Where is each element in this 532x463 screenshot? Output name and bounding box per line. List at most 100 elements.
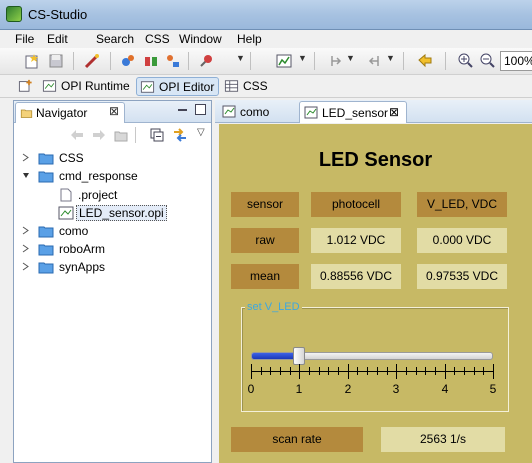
run-icon[interactable] bbox=[120, 53, 136, 69]
dropdown-arrow-icon[interactable]: ▼ bbox=[236, 53, 245, 63]
zoom-out-icon[interactable] bbox=[480, 53, 496, 69]
opi-runtime-icon bbox=[42, 80, 57, 92]
wand-icon[interactable] bbox=[84, 53, 100, 69]
main-toolbar: ▼ ▼ ▼ ▼ 100% bbox=[0, 48, 532, 75]
prev-annotation-icon[interactable] bbox=[366, 53, 382, 69]
dropdown-arrow-icon[interactable]: ▼ bbox=[346, 53, 355, 63]
tree-item-project-file[interactable]: .project bbox=[58, 187, 198, 205]
link-with-editor-icon[interactable] bbox=[172, 128, 188, 142]
menu-edit[interactable]: Edit bbox=[47, 32, 68, 46]
editor-tab-led-sensor[interactable]: LED_sensor ⊠ bbox=[299, 101, 407, 123]
scale-minor-tick bbox=[309, 367, 310, 375]
toolbar-separator bbox=[188, 52, 189, 70]
tree-expand-icon[interactable] bbox=[22, 262, 30, 271]
dropdown-arrow-icon[interactable]: ▼ bbox=[386, 53, 395, 63]
menu-search[interactable]: Search bbox=[96, 32, 134, 46]
save-icon[interactable] bbox=[48, 53, 64, 69]
scale-minor-tick bbox=[483, 367, 484, 375]
vled-slider-fill bbox=[252, 353, 300, 359]
debug-icon[interactable] bbox=[143, 53, 159, 69]
maximize-icon[interactable] bbox=[195, 104, 206, 115]
menu-help[interactable]: Help bbox=[237, 32, 262, 46]
slider-scale-line bbox=[251, 371, 493, 372]
tree-item-label: LED_sensor.opi bbox=[76, 205, 167, 221]
opi-editor-icon bbox=[140, 81, 155, 93]
css-grid-icon bbox=[224, 80, 239, 92]
tree-expand-icon[interactable] bbox=[22, 153, 30, 162]
editor-tab-label: LED_sensor bbox=[322, 106, 389, 120]
scale-major-tick bbox=[396, 364, 397, 379]
menu-file[interactable]: File bbox=[15, 32, 34, 46]
editor-tab-bar: como LED_sensor ⊠ bbox=[215, 100, 532, 123]
folder-icon bbox=[38, 244, 54, 256]
toolbar-separator bbox=[135, 127, 136, 143]
folder-icon bbox=[38, 226, 54, 238]
opi-display-canvas: LED Sensor sensor photocell V_LED, VDC r… bbox=[219, 124, 532, 463]
scale-minor-tick bbox=[270, 367, 271, 375]
navigator-view: Navigator ⊠ ▽ CSS cmd_response .project … bbox=[13, 100, 212, 463]
tools-icon[interactable] bbox=[165, 53, 181, 69]
raw-photocell-value: 1.012 VDC bbox=[311, 228, 401, 253]
collapse-all-icon[interactable] bbox=[150, 128, 164, 142]
scale-minor-tick bbox=[328, 367, 329, 375]
up-folder-icon[interactable] bbox=[114, 128, 128, 142]
back-icon[interactable] bbox=[417, 53, 433, 69]
tree-item-roboarm[interactable]: roboArm bbox=[22, 241, 202, 259]
back-arrow-icon[interactable] bbox=[70, 129, 84, 141]
minimize-icon[interactable] bbox=[177, 104, 188, 115]
menu-bar: File Edit Search CSS Window Help bbox=[0, 30, 532, 48]
tree-item-label: como bbox=[59, 224, 89, 238]
opi-file-icon bbox=[58, 206, 74, 220]
mean-vled-value: 0.97535 VDC bbox=[417, 264, 507, 289]
tree-collapse-icon[interactable] bbox=[22, 171, 30, 180]
dropdown-arrow-icon[interactable]: ▼ bbox=[298, 53, 307, 63]
tree-item-css[interactable]: CSS bbox=[22, 150, 202, 168]
toolbar-separator bbox=[314, 52, 315, 70]
tree-item-cmd-response[interactable]: cmd_response bbox=[22, 168, 202, 186]
scale-major-tick bbox=[251, 364, 252, 379]
view-menu-icon[interactable]: ▽ bbox=[197, 127, 205, 138]
close-icon[interactable]: ⊠ bbox=[389, 105, 399, 119]
tree-item-label: cmd_response bbox=[59, 169, 138, 183]
scale-minor-tick bbox=[474, 367, 475, 375]
tree-item-label: synApps bbox=[59, 260, 106, 274]
scale-tick-label: 0 bbox=[247, 382, 255, 396]
scale-minor-tick bbox=[319, 367, 320, 375]
scale-tick-label: 3 bbox=[392, 382, 400, 396]
app-logo-icon bbox=[6, 6, 22, 22]
menu-css[interactable]: CSS bbox=[145, 32, 170, 46]
navigator-tab[interactable]: Navigator ⊠ bbox=[15, 102, 125, 123]
editor-tab-como[interactable]: como bbox=[218, 101, 300, 123]
scale-major-tick bbox=[299, 364, 300, 379]
tree-item-como[interactable]: como bbox=[22, 223, 202, 241]
tree-item-led-sensor-opi[interactable]: LED_sensor.opi bbox=[58, 205, 178, 223]
pin-icon[interactable] bbox=[198, 53, 214, 69]
tree-expand-icon[interactable] bbox=[22, 226, 30, 235]
file-icon bbox=[60, 188, 72, 202]
scale-minor-tick bbox=[416, 367, 417, 375]
menu-window[interactable]: Window bbox=[179, 32, 222, 46]
tree-expand-icon[interactable] bbox=[22, 244, 30, 253]
tree-item-synapps[interactable]: synApps bbox=[22, 259, 202, 277]
mean-label: mean bbox=[231, 264, 299, 289]
next-annotation-icon[interactable] bbox=[328, 53, 344, 69]
vled-slider-thumb[interactable] bbox=[293, 347, 306, 365]
scale-minor-tick bbox=[280, 367, 281, 375]
perspective-opi-editor[interactable]: OPI Editor bbox=[136, 77, 220, 96]
open-perspective-icon[interactable] bbox=[18, 79, 33, 93]
perspective-label: CSS bbox=[243, 79, 268, 93]
close-icon[interactable]: ⊠ bbox=[109, 104, 119, 118]
opi-chart-icon[interactable] bbox=[276, 53, 292, 69]
perspective-css[interactable]: CSS bbox=[221, 77, 272, 96]
scale-minor-tick bbox=[261, 367, 262, 375]
perspective-opi-runtime[interactable]: OPI Runtime bbox=[39, 77, 134, 96]
forward-arrow-icon[interactable] bbox=[92, 129, 106, 141]
zoom-level-combo[interactable]: 100% bbox=[500, 51, 532, 71]
folder-icon bbox=[38, 153, 54, 165]
opi-title-label: LED Sensor bbox=[318, 149, 433, 171]
new-icon[interactable] bbox=[24, 53, 40, 69]
mean-photocell-value: 0.88556 VDC bbox=[311, 264, 401, 289]
toolbar-separator bbox=[403, 52, 404, 70]
scale-tick-label: 5 bbox=[489, 382, 497, 396]
zoom-in-icon[interactable] bbox=[458, 53, 474, 69]
